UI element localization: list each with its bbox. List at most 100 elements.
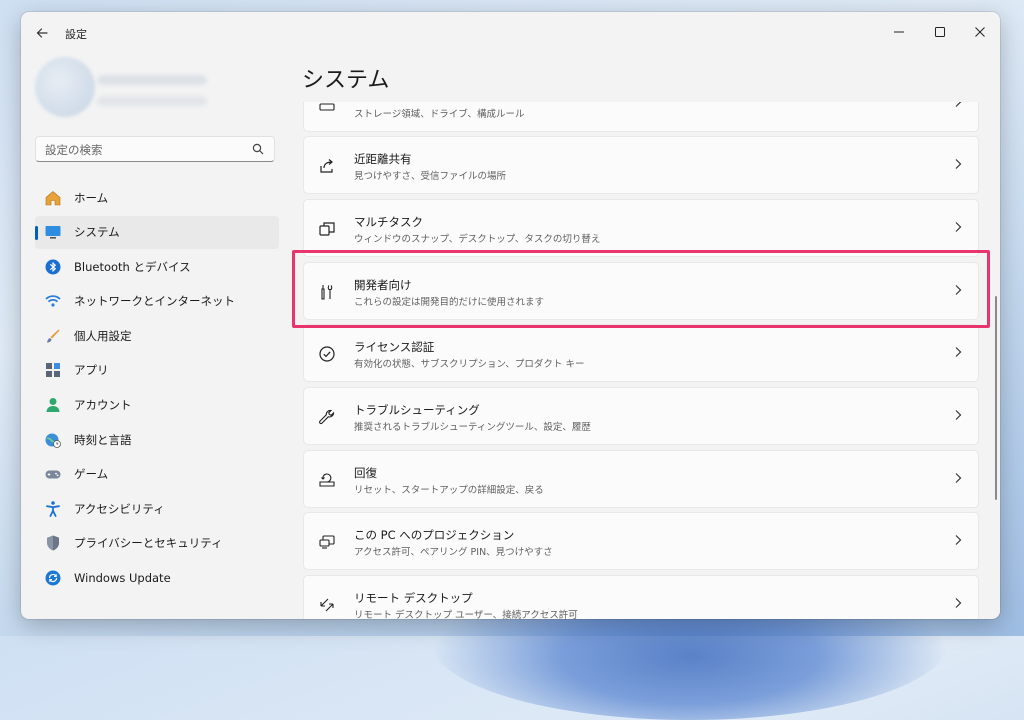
chevron-right-icon xyxy=(955,598,962,608)
card-storage[interactable]: ストレージ領域、ドライブ、構成ルール xyxy=(303,102,979,132)
maximize-button[interactable] xyxy=(920,18,960,46)
brush-icon xyxy=(44,327,62,345)
back-button[interactable] xyxy=(31,22,53,44)
card-subtitle: 見つけやすさ、受信ファイルの場所 xyxy=(354,171,507,182)
card-troubleshoot[interactable]: トラブルシューティング 推奨されるトラブルシューティングツール、設定、履歴 xyxy=(303,387,979,445)
globe-clock-icon xyxy=(44,431,62,449)
sidebar-item-time-language[interactable]: 時刻と言語 xyxy=(35,423,279,456)
storage-icon xyxy=(316,102,338,115)
card-subtitle: リモート デスクトップ ユーザー、接続アクセス許可 xyxy=(354,610,578,619)
card-subtitle: リセット、スタートアップの詳細設定、戻る xyxy=(354,485,544,496)
windows-update-icon xyxy=(44,569,62,587)
minimize-icon xyxy=(894,31,904,33)
card-title: 開発者向け xyxy=(354,278,412,292)
card-remote-desktop[interactable]: リモート デスクトップ リモート デスクトップ ユーザー、接続アクセス許可 xyxy=(303,575,979,619)
profile-name-blurred xyxy=(97,75,207,85)
gamepad-icon xyxy=(44,465,62,483)
settings-window: 設定 設定の検索 ホーム システム Bluetooth とデバイス ネットワーク… xyxy=(21,12,1000,619)
sidebar-item-label: プライバシーとセキュリティ xyxy=(74,536,223,551)
sidebar-item-label: ゲーム xyxy=(74,467,109,482)
card-title: ライセンス認証 xyxy=(354,340,435,354)
chevron-right-icon xyxy=(955,102,962,107)
scrollbar[interactable] xyxy=(995,296,997,500)
remote-desktop-icon xyxy=(316,594,338,616)
sidebar-item-label: Windows Update xyxy=(74,571,171,586)
card-title: リモート デスクトップ xyxy=(354,591,473,605)
sidebar-item-label: ネットワークとインターネット xyxy=(74,294,235,309)
card-title: この PC へのプロジェクション xyxy=(354,528,515,542)
chevron-right-icon xyxy=(955,285,962,295)
search-icon xyxy=(252,143,264,155)
wifi-icon xyxy=(44,292,62,310)
maximize-icon xyxy=(935,27,945,37)
sidebar-item-windows-update[interactable]: Windows Update xyxy=(35,562,279,595)
sidebar-item-apps[interactable]: アプリ xyxy=(35,354,279,387)
sidebar-item-label: 個人用設定 xyxy=(74,328,132,343)
card-activation[interactable]: ライセンス認証 有効化の状態、サブスクリプション、プロダクト キー xyxy=(303,324,979,382)
person-icon xyxy=(44,396,62,414)
avatar[interactable] xyxy=(35,57,95,117)
sidebar-item-accounts[interactable]: アカウント xyxy=(35,389,279,422)
minimize-button[interactable] xyxy=(879,18,919,46)
search-input[interactable]: 設定の検索 xyxy=(35,136,275,162)
sidebar-nav: ホーム システム Bluetooth とデバイス ネットワークとインターネット … xyxy=(35,181,279,596)
share-icon xyxy=(316,155,338,177)
close-icon xyxy=(975,27,985,37)
sidebar-item-network[interactable]: ネットワークとインターネット xyxy=(35,285,279,318)
chevron-right-icon xyxy=(955,159,962,169)
sidebar-item-label: 時刻と言語 xyxy=(74,432,132,447)
sidebar-item-bluetooth[interactable]: Bluetooth とデバイス xyxy=(35,250,279,283)
sidebar-item-personalization[interactable]: 個人用設定 xyxy=(35,319,279,352)
sidebar-item-label: ホーム xyxy=(74,190,109,205)
page-title: システム xyxy=(302,68,390,93)
wrench-icon xyxy=(316,406,338,428)
card-title: 回復 xyxy=(354,466,377,480)
chevron-right-icon xyxy=(955,473,962,483)
card-title: トラブルシューティング xyxy=(354,403,480,417)
card-subtitle: ウィンドウのスナップ、デスクトップ、タスクの切り替え xyxy=(354,234,601,245)
title-bar: 設定 xyxy=(21,12,1000,52)
card-title: 近距離共有 xyxy=(354,152,412,166)
card-for-developers[interactable]: 開発者向け これらの設定は開発目的だけに使用されます xyxy=(303,262,979,320)
multitask-icon xyxy=(316,218,338,240)
card-subtitle: 推奨されるトラブルシューティングツール、設定、履歴 xyxy=(354,422,591,433)
accessibility-icon xyxy=(44,500,62,518)
home-icon xyxy=(44,189,62,207)
arrow-left-icon xyxy=(36,28,48,38)
card-multitasking[interactable]: マルチタスク ウィンドウのスナップ、デスクトップ、タスクの切り替え xyxy=(303,199,979,257)
close-button[interactable] xyxy=(960,18,1000,46)
bluetooth-icon xyxy=(44,258,62,276)
search-placeholder: 設定の検索 xyxy=(45,143,103,157)
card-subtitle: アクセス許可、ペアリング PIN、見つけやすさ xyxy=(354,547,553,558)
sidebar-item-system[interactable]: システム xyxy=(35,215,279,249)
chevron-right-icon xyxy=(955,347,962,357)
monitor-icon xyxy=(44,223,62,241)
chevron-right-icon xyxy=(955,535,962,545)
sidebar-item-home[interactable]: ホーム xyxy=(35,181,279,214)
profile-email-blurred xyxy=(97,96,207,106)
card-subtitle: ストレージ領域、ドライブ、構成ルール xyxy=(354,109,525,120)
sidebar-item-privacy[interactable]: プライバシーとセキュリティ xyxy=(35,527,279,560)
sidebar-item-label: アカウント xyxy=(74,398,132,413)
projection-icon xyxy=(316,531,338,553)
shield-icon xyxy=(44,534,62,552)
check-circle-icon xyxy=(316,343,338,365)
sidebar-item-label: Bluetooth とデバイス xyxy=(74,259,191,274)
card-title: マルチタスク xyxy=(354,215,423,229)
card-recovery[interactable]: 回復 リセット、スタートアップの詳細設定、戻る xyxy=(303,450,979,508)
sidebar-item-label: アクセシビリティ xyxy=(74,501,165,516)
settings-list: ストレージ領域、ドライブ、構成ルール 近距離共有 見つけやすさ、受信ファイルの場… xyxy=(303,102,979,619)
card-subtitle: これらの設定は開発目的だけに使用されます xyxy=(354,297,545,308)
sidebar-item-label: アプリ xyxy=(74,363,109,378)
chevron-right-icon xyxy=(955,222,962,232)
card-projecting[interactable]: この PC へのプロジェクション アクセス許可、ペアリング PIN、見つけやすさ xyxy=(303,512,979,570)
recovery-icon xyxy=(316,469,338,491)
chevron-right-icon xyxy=(955,410,962,420)
card-subtitle: 有効化の状態、サブスクリプション、プロダクト キー xyxy=(354,359,585,370)
sidebar-item-gaming[interactable]: ゲーム xyxy=(35,458,279,491)
card-nearby-sharing[interactable]: 近距離共有 見つけやすさ、受信ファイルの場所 xyxy=(303,136,979,194)
sidebar-item-label: システム xyxy=(74,225,120,240)
apps-icon xyxy=(44,361,62,379)
app-title: 設定 xyxy=(65,28,87,41)
sidebar-item-accessibility[interactable]: アクセシビリティ xyxy=(35,492,279,525)
